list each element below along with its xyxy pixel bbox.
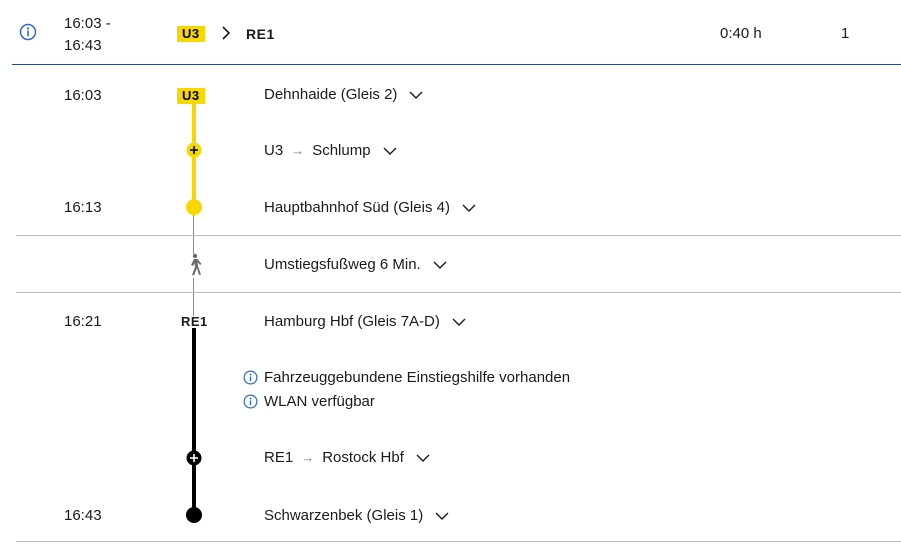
- section-divider: [16, 541, 901, 542]
- direction-row-re1[interactable]: RE1 → Rostock Hbf: [264, 449, 430, 466]
- chevron-down-icon[interactable]: [435, 511, 449, 521]
- stop-hauptbahnhof-sued[interactable]: Hauptbahnhof Süd (Gleis 4): [264, 199, 476, 216]
- direction-destination: Schlump: [312, 142, 371, 159]
- notice-boarding-aid: Fahrzeuggebundene Einstiegshilfe vorhand…: [243, 369, 570, 386]
- stop-hamburg-hbf[interactable]: Hamburg Hbf (Gleis 7A-D): [264, 313, 466, 330]
- stop-schwarzenbek[interactable]: Schwarzenbek (Gleis 1): [264, 507, 449, 524]
- line-badge-u3: U3: [177, 26, 205, 42]
- stop-name: Hauptbahnhof Süd (Gleis 4): [264, 199, 450, 216]
- stop-name: Hamburg Hbf (Gleis 7A-D): [264, 313, 440, 330]
- departure-time: 16:03 -: [64, 15, 111, 32]
- arrow-right-icon: →: [291, 143, 305, 158]
- line-badge-re1-leg: RE1: [181, 314, 208, 329]
- stop-name: Dehnhaide (Gleis 2): [264, 86, 398, 103]
- stop-dehnhaide[interactable]: Dehnhaide (Gleis 2): [264, 86, 423, 103]
- direction-line: U3: [264, 142, 284, 159]
- chevron-down-icon[interactable]: [433, 260, 447, 270]
- line-badge-u3-leg: U3: [177, 88, 205, 104]
- chevron-down-icon[interactable]: [383, 146, 397, 156]
- chevron-down-icon[interactable]: [462, 203, 476, 213]
- direction-line: RE1: [264, 449, 294, 466]
- stop-dot-icon: [186, 507, 202, 523]
- intermediate-stops-plus-icon[interactable]: [186, 142, 202, 158]
- connection-summary[interactable]: 16:03 - 16:43 U3 RE1 0:40 h 1: [0, 0, 901, 66]
- chevron-down-icon[interactable]: [452, 317, 466, 327]
- chevron-right-icon: [222, 26, 231, 40]
- trip-duration: 0:40 h: [720, 25, 762, 42]
- summary-divider: [12, 64, 901, 65]
- section-divider: [16, 235, 901, 236]
- info-icon[interactable]: [19, 23, 37, 41]
- transfer-walk[interactable]: Umstiegsfußweg 6 Min.: [264, 256, 447, 273]
- direction-row-u3[interactable]: U3 → Schlump: [264, 142, 397, 159]
- notice-text: WLAN verfügbar: [264, 393, 375, 410]
- chevron-down-icon[interactable]: [409, 90, 423, 100]
- notice-text: Fahrzeuggebundene Einstiegshilfe vorhand…: [264, 369, 571, 386]
- stop-dot-icon: [186, 199, 202, 215]
- walk-connector-line-lower: [193, 278, 194, 316]
- walking-icon: [191, 253, 202, 276]
- chevron-down-icon[interactable]: [416, 453, 430, 463]
- arrival-time: 16:43: [64, 37, 102, 54]
- leg1-departure-time: 16:03: [64, 87, 102, 104]
- walk-connector-line: [193, 214, 194, 254]
- change-count: 1: [841, 25, 850, 42]
- intermediate-stops-plus-icon[interactable]: [186, 450, 202, 466]
- info-icon: [243, 394, 258, 409]
- section-divider: [16, 292, 901, 293]
- line-badge-re1: RE1: [246, 26, 275, 42]
- arrow-right-icon: →: [301, 450, 315, 465]
- stop-name: Schwarzenbek (Gleis 1): [264, 507, 424, 524]
- leg2-departure-time: 16:21: [64, 313, 102, 330]
- transfer-label: Umstiegsfußweg 6 Min.: [264, 256, 421, 273]
- re1-track-line: [192, 328, 196, 516]
- notice-wlan: WLAN verfügbar: [243, 393, 375, 410]
- direction-destination: Rostock Hbf: [322, 449, 404, 466]
- leg1-arrival-time: 16:13: [64, 199, 102, 216]
- info-icon: [243, 370, 258, 385]
- time-range: 16:03 - 16:43: [64, 13, 111, 57]
- leg2-arrival-time: 16:43: [64, 507, 102, 524]
